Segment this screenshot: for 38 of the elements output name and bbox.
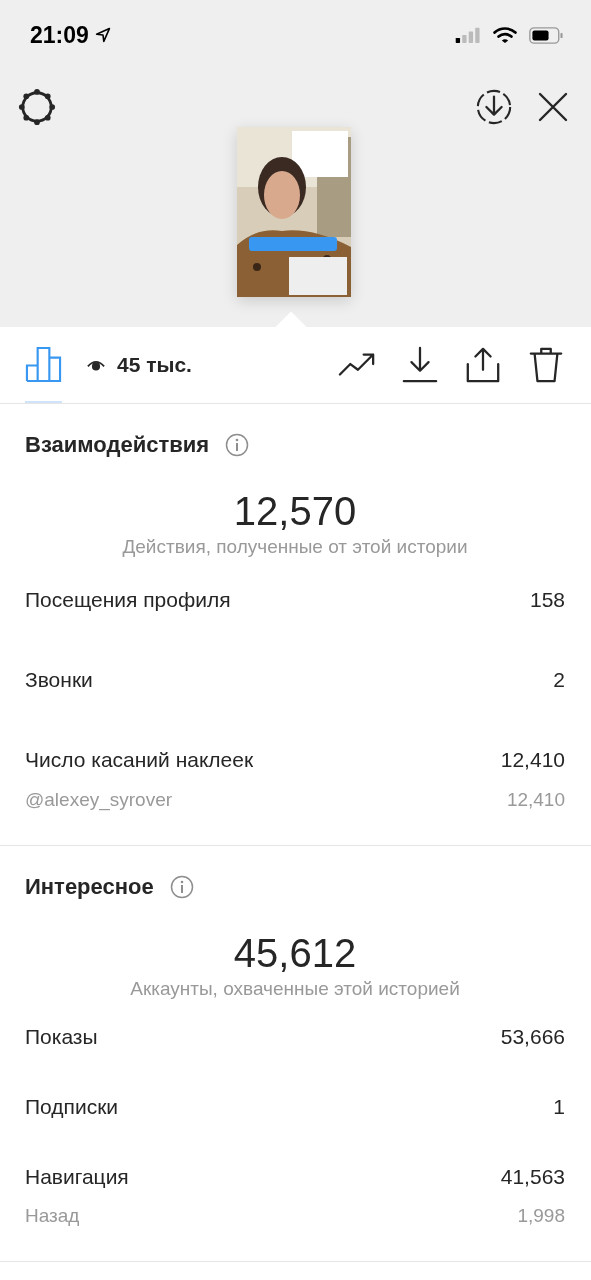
metric-value: 41,563 [500, 1165, 565, 1189]
trash-icon[interactable] [527, 346, 565, 384]
info-icon[interactable] [225, 433, 250, 457]
metric-value: 12,410 [500, 748, 565, 772]
metric-label: @alexey_syrover [25, 789, 173, 811]
download-icon[interactable] [401, 346, 439, 384]
settings-icon[interactable] [18, 88, 56, 126]
metric-value: 1,998 [517, 1205, 565, 1227]
clock-time: 21:09 [30, 21, 89, 49]
metric-label: Подписки [25, 1095, 119, 1119]
total-caption: Действия, полученные от этой истории [121, 535, 469, 559]
info-icon[interactable] [169, 875, 194, 899]
metric-label: Назад [25, 1205, 80, 1227]
location-arrow-icon [94, 27, 111, 43]
metric-value: 12,410 [506, 789, 565, 811]
metric-value: 1 [553, 1095, 565, 1119]
metric-label: Число касаний наклеек [25, 748, 254, 772]
total-caption: Аккаунты, охваченные этой историей [129, 977, 461, 1001]
metric-label: Звонки [25, 668, 93, 692]
views-count: 45 тыс. [117, 353, 192, 377]
share-icon[interactable] [464, 346, 502, 384]
bar-chart-icon [25, 345, 62, 383]
metric-value: 53,666 [500, 1025, 565, 1049]
eye-icon [87, 358, 105, 372]
total-value: 45,612 [232, 931, 358, 975]
metric-label: Навигация [25, 1165, 129, 1189]
metric-value: 2 [553, 668, 565, 692]
download-icon[interactable] [475, 88, 513, 126]
signal-icon [455, 27, 481, 43]
section-title: Интересное [25, 874, 154, 900]
close-icon[interactable] [537, 91, 569, 123]
metric-value: 158 [529, 588, 565, 612]
metric-label: Посещения профиля [25, 588, 231, 612]
section-title: Взаимодействия [25, 432, 210, 458]
total-value: 12,570 [232, 489, 358, 533]
battery-icon [529, 26, 563, 44]
wifi-icon [493, 26, 517, 44]
metric-label: Показы [25, 1025, 98, 1049]
